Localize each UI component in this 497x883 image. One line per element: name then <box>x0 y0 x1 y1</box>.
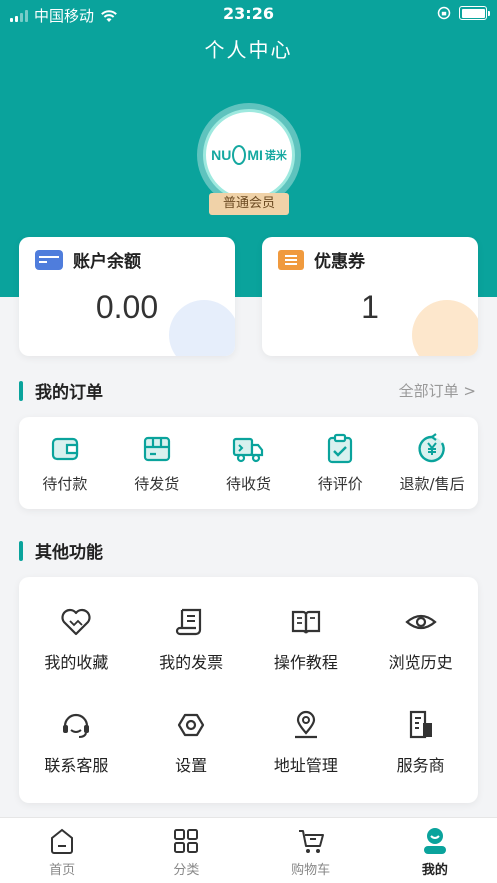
settings-icon <box>178 713 205 736</box>
other-functions-title: 其他功能 <box>19 538 103 563</box>
coupon-title: 优惠券 <box>314 252 365 272</box>
tab-profile[interactable]: 我的 <box>373 818 497 883</box>
heart-icon <box>61 608 91 635</box>
page-title: 个人中心 <box>204 38 293 62</box>
bottom-tab-bar: 首页 分类 购物车 我的 <box>0 817 497 883</box>
tab-category[interactable]: 分类 <box>124 818 248 883</box>
contact-customer-service[interactable]: 联系客服 <box>19 690 134 793</box>
operation-tutorial[interactable]: 操作教程 <box>249 587 364 690</box>
order-refund-aftersale[interactable]: 退款/售后 <box>386 417 478 509</box>
my-invoices[interactable]: 我的发票 <box>134 587 249 690</box>
order-pending-receipt[interactable]: 待收货 <box>203 417 295 509</box>
refund-icon <box>418 433 445 463</box>
tab-home[interactable]: 首页 <box>0 818 124 883</box>
grid-icon <box>174 829 199 853</box>
account-balance-card[interactable]: 账户余额 0.00 <box>19 237 235 356</box>
cart-icon <box>298 830 324 853</box>
logo-text-left: NU <box>211 147 232 163</box>
avatar[interactable]: NU MI 诺米 <box>203 109 295 201</box>
headset-icon <box>63 713 90 738</box>
wallet-icon <box>35 249 63 270</box>
order-pending-payment[interactable]: 待付款 <box>19 417 111 509</box>
clipboard-check-icon <box>328 433 353 464</box>
orders-card: 待付款 待发货 待收货 待评价 退款/售后 <box>19 417 478 509</box>
home-icon <box>51 828 74 854</box>
settings[interactable]: 设置 <box>134 690 249 793</box>
orders-title-text: 我的订单 <box>35 383 103 403</box>
brand-logo: NU MI 诺米 <box>211 145 287 165</box>
logo-text-cn: 诺米 <box>264 150 287 162</box>
other-functions-card: 我的收藏 我的发票 操作教程 浏览历史 联系客服 设置 地址管理 服务商 <box>19 577 478 803</box>
account-balance-title: 账户余额 <box>73 252 141 272</box>
book-icon <box>291 610 320 634</box>
browse-history[interactable]: 浏览历史 <box>363 587 478 690</box>
rotation-lock-icon <box>437 6 451 20</box>
logo-text-right: MI <box>247 147 263 163</box>
order-pending-review[interactable]: 待评价 <box>294 417 386 509</box>
invoice-icon <box>176 608 202 635</box>
tab-cart[interactable]: 购物车 <box>249 818 373 883</box>
service-provider[interactable]: 服务商 <box>363 690 478 793</box>
address-management[interactable]: 地址管理 <box>249 690 364 793</box>
status-time: 23:26 <box>223 4 274 23</box>
order-pending-shipment[interactable]: 待发货 <box>111 417 203 509</box>
orders-section-title: 我的订单 <box>19 378 103 403</box>
truck-icon <box>233 437 264 463</box>
profile-icon <box>423 828 446 854</box>
member-level-badge: 普通会员 <box>209 193 289 215</box>
my-favorites[interactable]: 我的收藏 <box>19 587 134 690</box>
package-icon <box>143 436 170 462</box>
battery-icon <box>459 6 490 20</box>
ticket-icon <box>278 249 304 270</box>
eye-icon <box>404 614 437 629</box>
building-icon <box>409 710 432 738</box>
status-bar: 中国移动 23:26 <box>0 0 497 28</box>
wallet-icon <box>51 437 78 461</box>
coupon-card[interactable]: 优惠券 1 <box>262 237 478 356</box>
location-icon <box>294 710 317 738</box>
all-orders-link[interactable]: 全部订单 > <box>399 380 476 401</box>
other-functions-title-text: 其他功能 <box>35 543 103 563</box>
